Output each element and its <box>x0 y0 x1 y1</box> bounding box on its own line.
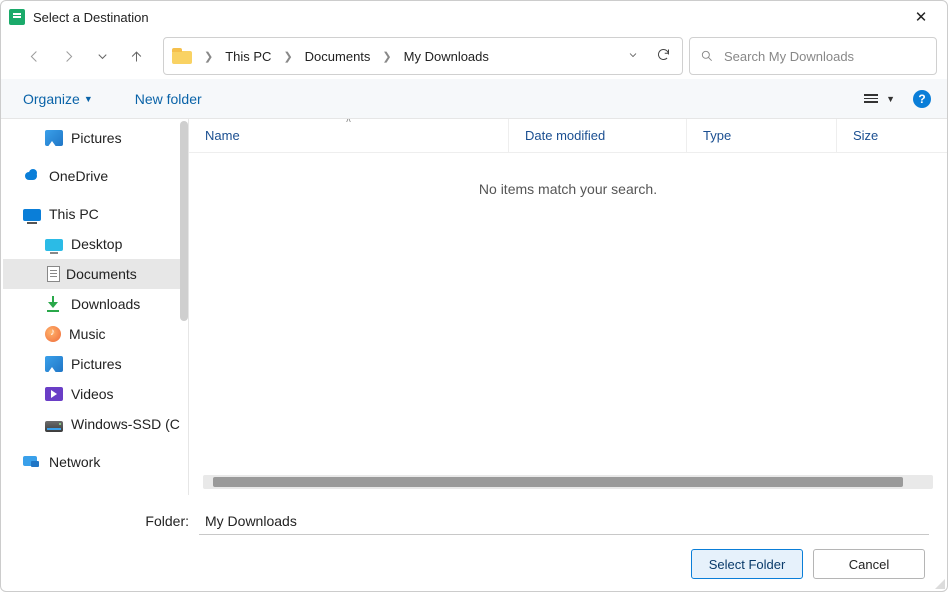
chevron-right-icon: ❯ <box>200 50 217 63</box>
sidebar-item-label: Pictures <box>71 130 122 146</box>
body: Pictures OneDrive This PC Desktop Docume… <box>1 119 947 495</box>
sidebar-item-videos[interactable]: Videos <box>3 379 188 409</box>
sidebar-item-drive-c[interactable]: Windows-SSD (C <box>3 409 188 439</box>
folder-input[interactable] <box>199 507 929 535</box>
pictures-icon <box>45 356 63 372</box>
videos-icon <box>45 387 63 401</box>
address-bar[interactable]: ❯ This PC ❯ Documents ❯ My Downloads <box>163 37 683 75</box>
help-button[interactable]: ? <box>913 90 931 108</box>
chevron-right-icon: ❯ <box>378 50 395 63</box>
sidebar-item-pictures[interactable]: Pictures <box>3 123 188 153</box>
organize-button[interactable]: Organize▼ <box>17 87 99 111</box>
nav-buttons <box>5 45 157 67</box>
close-button[interactable]: ✕ <box>903 3 939 31</box>
sidebar-item-label: Windows-SSD (C <box>71 416 180 432</box>
sidebar-item-label: Videos <box>71 386 114 402</box>
sidebar-item-downloads[interactable]: Downloads <box>3 289 188 319</box>
pictures-icon <box>45 130 63 146</box>
address-dropdown[interactable] <box>620 49 646 64</box>
folder-icon <box>172 48 192 64</box>
column-type[interactable]: Type <box>687 119 837 152</box>
column-size[interactable]: Size <box>837 119 947 152</box>
sidebar-item-label: Music <box>69 326 106 342</box>
recent-dropdown[interactable] <box>91 45 113 67</box>
sidebar-item-network[interactable]: Network <box>3 447 188 477</box>
caret-down-icon: ▼ <box>84 94 93 104</box>
sidebar-item-documents[interactable]: Documents <box>3 259 188 289</box>
documents-icon <box>47 266 60 282</box>
titlebar: Select a Destination ✕ <box>1 1 947 33</box>
list-view-icon <box>864 94 878 103</box>
sidebar-item-label: Downloads <box>71 296 140 312</box>
search-icon <box>700 49 714 63</box>
sidebar-item-label: OneDrive <box>49 168 108 184</box>
sidebar-item-music[interactable]: Music <box>3 319 188 349</box>
cancel-button[interactable]: Cancel <box>813 549 925 579</box>
app-icon <box>9 9 25 25</box>
resize-grip[interactable] <box>933 577 945 589</box>
downloads-icon <box>45 296 63 312</box>
folder-row: Folder: <box>19 507 929 535</box>
sidebar-item-desktop[interactable]: Desktop <box>3 229 188 259</box>
refresh-button[interactable] <box>650 47 676 65</box>
column-headers: Name˄ Date modified Type Size <box>189 119 947 153</box>
horizontal-scrollbar[interactable] <box>203 475 933 489</box>
sidebar-item-label: Network <box>49 454 100 470</box>
select-folder-button[interactable]: Select Folder <box>691 549 803 579</box>
search-placeholder: Search My Downloads <box>724 49 854 64</box>
drive-icon <box>45 421 63 432</box>
scrollbar-thumb[interactable] <box>213 477 903 487</box>
column-name[interactable]: Name˄ <box>189 119 509 152</box>
button-row: Select Folder Cancel <box>19 549 929 579</box>
breadcrumb-documents[interactable]: Documents <box>301 46 375 67</box>
dialog-footer: Folder: Select Folder Cancel <box>1 495 947 591</box>
empty-message: No items match your search. <box>189 153 947 475</box>
newfolder-button[interactable]: New folder <box>129 87 208 111</box>
sidebar-item-label: Desktop <box>71 236 122 252</box>
column-date[interactable]: Date modified <box>509 119 687 152</box>
folder-label: Folder: <box>19 513 189 529</box>
sidebar-item-label: Documents <box>66 266 137 282</box>
sidebar-item-onedrive[interactable]: OneDrive <box>3 161 188 191</box>
search-box[interactable]: Search My Downloads <box>689 37 937 75</box>
sidebar-scrollbar[interactable] <box>180 121 188 321</box>
thispc-icon <box>23 209 41 221</box>
nav-row: ❯ This PC ❯ Documents ❯ My Downloads Sea… <box>1 33 947 79</box>
file-list: Name˄ Date modified Type Size No items m… <box>189 119 947 495</box>
sidebar-item-pictures2[interactable]: Pictures <box>3 349 188 379</box>
view-mode-button[interactable]: ▼ <box>864 94 895 104</box>
caret-down-icon: ▼ <box>886 94 895 104</box>
toolbar: Organize▼ New folder ▼ ? <box>1 79 947 119</box>
window-title: Select a Destination <box>33 10 903 25</box>
sidebar-item-label: Pictures <box>71 356 122 372</box>
breadcrumb-thispc[interactable]: This PC <box>221 46 275 67</box>
up-button[interactable] <box>125 45 147 67</box>
sidebar-item-thispc[interactable]: This PC <box>3 199 188 229</box>
dialog-window: Select a Destination ✕ ❯ This PC ❯ Docum… <box>0 0 948 592</box>
forward-button[interactable] <box>57 45 79 67</box>
onedrive-icon <box>23 168 41 184</box>
desktop-icon <box>45 239 63 251</box>
music-icon <box>45 326 61 342</box>
sidebar: Pictures OneDrive This PC Desktop Docume… <box>1 119 189 495</box>
chevron-right-icon: ❯ <box>279 50 296 63</box>
back-button[interactable] <box>23 45 45 67</box>
breadcrumb-mydownloads[interactable]: My Downloads <box>400 46 493 67</box>
network-icon <box>23 454 41 470</box>
sort-indicator-icon: ˄ <box>346 119 351 125</box>
sidebar-item-label: This PC <box>49 206 99 222</box>
